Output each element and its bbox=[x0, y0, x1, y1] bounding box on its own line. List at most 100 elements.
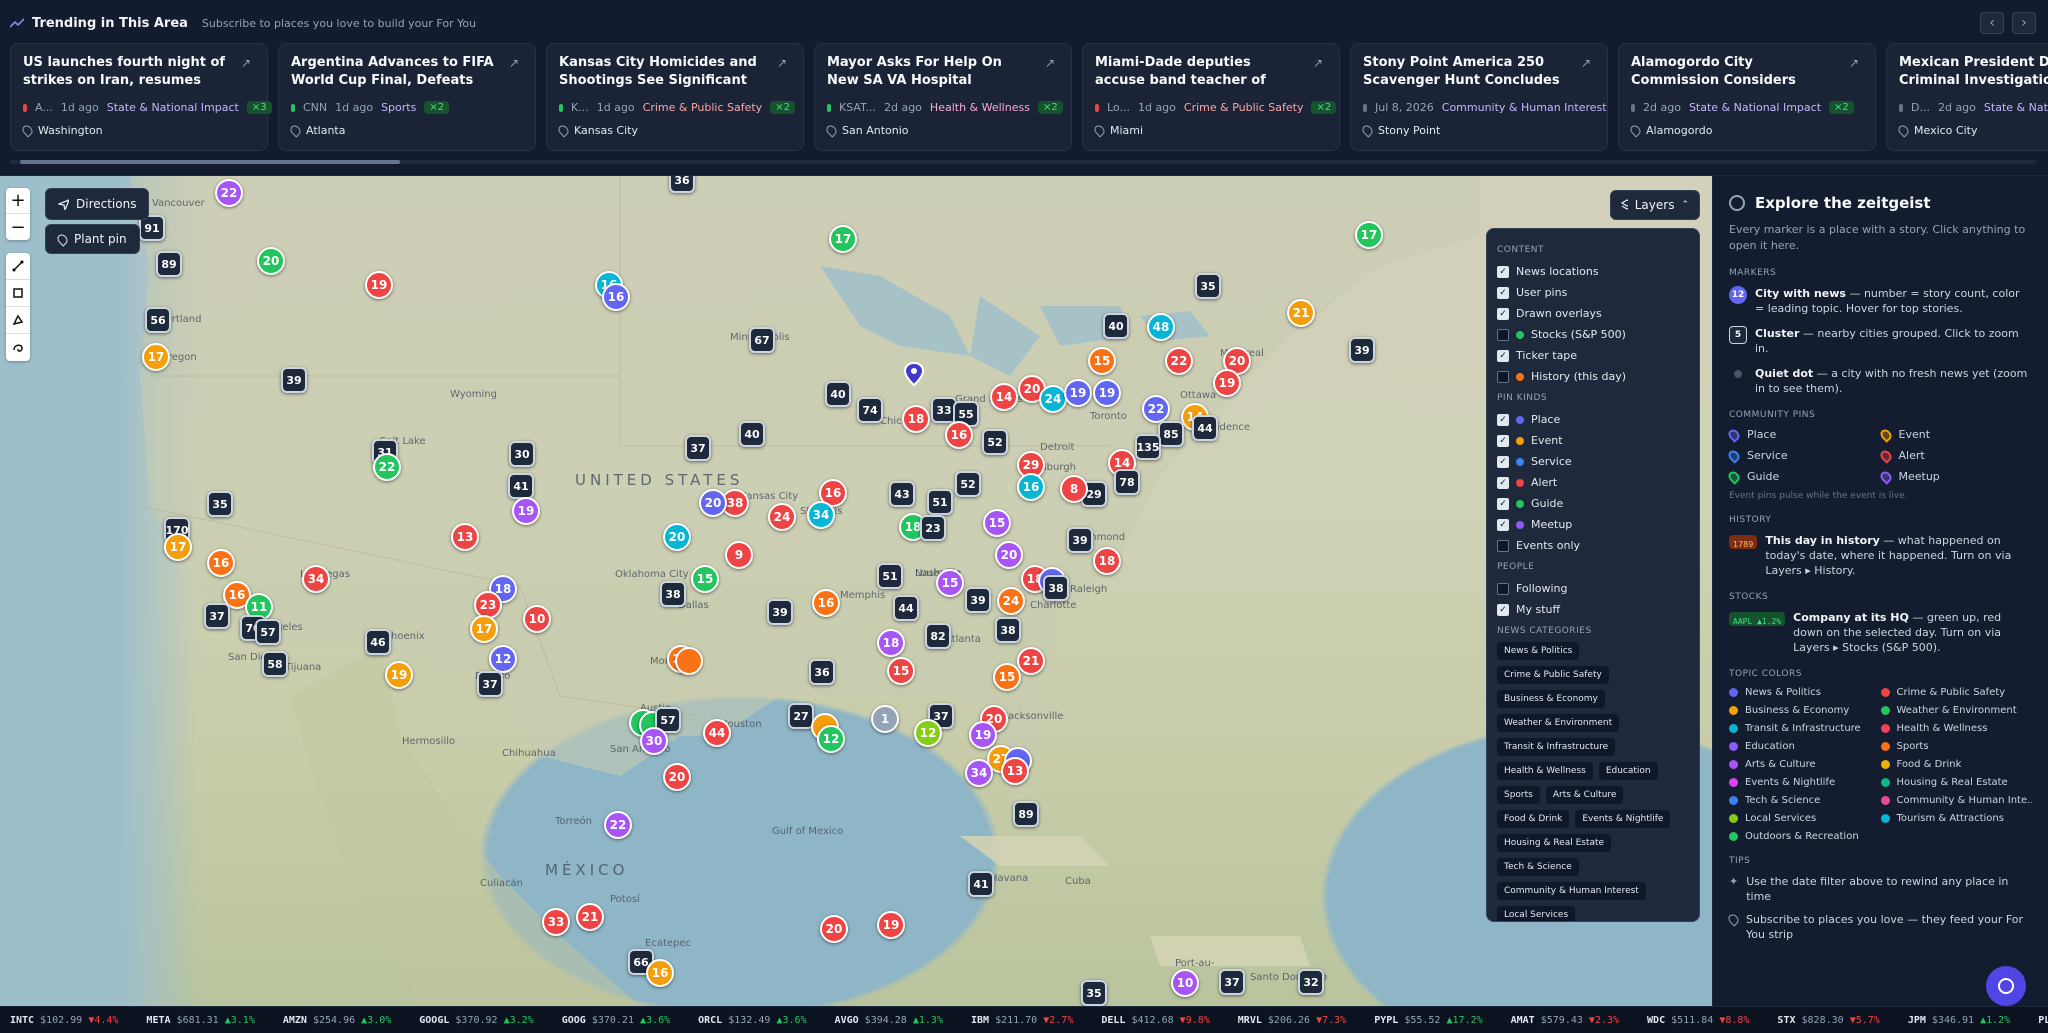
city-news-marker[interactable]: 15 bbox=[983, 509, 1011, 537]
draw-freehand-icon[interactable] bbox=[6, 334, 30, 361]
category-tag[interactable]: Arts & Culture bbox=[1545, 786, 1624, 804]
trending-card[interactable]: Mayor Asks For Help On New SA VA Hospita… bbox=[814, 43, 1072, 151]
plant-pin-button[interactable]: Plant pin bbox=[45, 224, 140, 254]
card-category[interactable]: Crime & Public Safety bbox=[643, 101, 763, 114]
city-news-marker[interactable]: 34 bbox=[965, 759, 993, 787]
draw-polygon-icon[interactable] bbox=[6, 307, 30, 334]
content-toggle[interactable]: ✓ Ticker tape bbox=[1497, 345, 1689, 366]
pin-kind-toggle[interactable]: Events only bbox=[1497, 535, 1689, 556]
layers-button[interactable]: Layers ⌃ bbox=[1610, 190, 1700, 220]
ticker-item[interactable]: PLTR $133.9 bbox=[2038, 1015, 2048, 1026]
checkbox[interactable]: ✓ bbox=[1497, 349, 1509, 362]
explore-fab-button[interactable] bbox=[1986, 966, 2026, 1006]
pin-kind-toggle[interactable]: ✓ Meetup bbox=[1497, 514, 1689, 535]
cluster-marker[interactable]: 56 bbox=[145, 307, 171, 333]
city-news-marker[interactable]: 17 bbox=[470, 615, 498, 643]
ticker-item[interactable]: PYPL $55.52 ▲17.2% bbox=[1374, 1015, 1482, 1026]
checkbox[interactable]: ✓ bbox=[1497, 265, 1509, 278]
city-news-marker[interactable]: 22 bbox=[1142, 395, 1170, 423]
city-news-marker[interactable]: 20 bbox=[663, 523, 691, 551]
cluster-marker[interactable]: 38 bbox=[660, 581, 686, 607]
trending-card[interactable]: Kansas City Homicides and Shootings See … bbox=[546, 43, 804, 151]
checkbox[interactable]: ✓ bbox=[1497, 434, 1509, 447]
city-news-marker[interactable]: 15 bbox=[936, 569, 964, 597]
city-news-marker[interactable]: 19 bbox=[969, 721, 997, 749]
ticker-item[interactable]: AMZN $254.96 ▲3.0% bbox=[283, 1015, 391, 1026]
category-tag[interactable]: Local Services bbox=[1497, 906, 1576, 921]
city-news-marker[interactable]: 16 bbox=[945, 421, 973, 449]
content-toggle[interactable]: Stocks (S&P 500) bbox=[1497, 324, 1689, 345]
cluster-marker[interactable]: 39 bbox=[281, 367, 307, 393]
checkbox[interactable]: ✓ bbox=[1497, 286, 1509, 299]
ticker-item[interactable]: GOOG $370.21 ▲3.6% bbox=[562, 1015, 670, 1026]
city-news-marker[interactable]: 22 bbox=[373, 453, 401, 481]
people-toggle[interactable]: Following bbox=[1497, 578, 1689, 599]
card-location[interactable]: Kansas City bbox=[556, 123, 638, 138]
ticker-item[interactable]: JPM $346.91 ▲1.2% bbox=[1908, 1015, 2010, 1026]
city-news-marker[interactable]: 16 bbox=[1017, 473, 1045, 501]
category-tag[interactable]: Food & Drink bbox=[1497, 810, 1570, 828]
city-news-marker[interactable]: 20 bbox=[699, 489, 727, 517]
cluster-marker[interactable]: 43 bbox=[889, 481, 915, 507]
content-toggle[interactable]: ✓ User pins bbox=[1497, 282, 1689, 303]
city-news-marker[interactable]: 22 bbox=[215, 179, 243, 207]
city-news-marker[interactable]: 17 bbox=[829, 225, 857, 253]
category-tag[interactable]: Community & Human Interest bbox=[1497, 882, 1646, 900]
cluster-marker[interactable]: 39 bbox=[1349, 337, 1375, 363]
city-news-marker[interactable]: 21 bbox=[1287, 299, 1315, 327]
card-category[interactable]: State & Natio bbox=[1984, 101, 2048, 114]
cluster-marker[interactable]: 39 bbox=[1067, 527, 1093, 553]
category-tag[interactable]: Transit & Infrastructure bbox=[1497, 738, 1616, 756]
prev-arrow-button[interactable]: ‹ bbox=[1980, 12, 2004, 34]
city-news-marker[interactable]: 18 bbox=[877, 629, 905, 657]
cluster-marker[interactable]: 78 bbox=[1114, 469, 1140, 495]
city-news-marker[interactable]: 18 bbox=[902, 405, 930, 433]
cluster-marker[interactable]: 37 bbox=[685, 435, 711, 461]
category-tag[interactable]: News & Politics bbox=[1497, 642, 1580, 660]
city-news-marker[interactable]: 24 bbox=[768, 503, 796, 531]
cluster-marker[interactable]: 23 bbox=[920, 515, 946, 541]
city-news-marker[interactable]: 15 bbox=[993, 663, 1021, 691]
cluster-marker[interactable]: 40 bbox=[825, 381, 851, 407]
city-news-marker[interactable]: 34 bbox=[807, 501, 835, 529]
trending-card[interactable]: Argentina Advances to FIFA World Cup Fin… bbox=[278, 43, 536, 151]
cluster-marker[interactable]: 44 bbox=[893, 595, 919, 621]
category-tag[interactable]: Education bbox=[1598, 762, 1658, 780]
cluster-marker[interactable]: 57 bbox=[255, 619, 281, 645]
next-arrow-button[interactable]: › bbox=[2012, 12, 2036, 34]
cluster-marker[interactable]: 32 bbox=[1298, 969, 1324, 995]
ticker-item[interactable]: AMAT $579.43 ▼2.3% bbox=[1511, 1015, 1619, 1026]
city-news-marker[interactable]: 17 bbox=[142, 343, 170, 371]
card-location[interactable]: San Antonio bbox=[824, 123, 909, 138]
checkbox[interactable] bbox=[1497, 370, 1509, 383]
content-toggle[interactable]: History (this day) bbox=[1497, 366, 1689, 387]
city-news-marker[interactable]: 15 bbox=[1088, 347, 1116, 375]
external-link-icon[interactable]: ↗ bbox=[1045, 56, 1059, 70]
city-news-marker[interactable]: 24 bbox=[997, 587, 1025, 615]
cluster-marker[interactable]: 30 bbox=[509, 441, 535, 467]
zoom-out-button[interactable]: − bbox=[6, 214, 30, 240]
trending-card[interactable]: Mexican President Dem... Criminal Invest… bbox=[1886, 43, 2048, 151]
city-news-marker[interactable]: 18 bbox=[1093, 547, 1121, 575]
cluster-marker[interactable]: 85 bbox=[1158, 421, 1184, 447]
external-link-icon[interactable]: ↗ bbox=[1849, 56, 1863, 70]
card-location[interactable]: Mexico City bbox=[1896, 123, 1977, 138]
cluster-marker[interactable]: 38 bbox=[1043, 575, 1069, 601]
checkbox[interactable]: ✓ bbox=[1497, 307, 1509, 320]
city-news-marker[interactable]: 12 bbox=[817, 725, 845, 753]
external-link-icon[interactable]: ↗ bbox=[777, 56, 791, 70]
ticker-item[interactable]: DELL $412.68 ▼9.8% bbox=[1101, 1015, 1209, 1026]
checkbox[interactable] bbox=[1497, 582, 1509, 595]
city-news-marker[interactable]: 19 bbox=[385, 661, 413, 689]
checkbox[interactable]: ✓ bbox=[1497, 476, 1509, 489]
pin-kind-toggle[interactable]: ✓ Service bbox=[1497, 451, 1689, 472]
category-tag[interactable]: Weather & Environment bbox=[1497, 714, 1620, 732]
cluster-marker[interactable]: 35 bbox=[1195, 273, 1221, 299]
pin-kind-toggle[interactable]: ✓ Guide bbox=[1497, 493, 1689, 514]
card-location[interactable]: Atlanta bbox=[288, 123, 345, 138]
ticker-item[interactable]: ORCL $132.49 ▲3.6% bbox=[698, 1015, 806, 1026]
city-news-marker[interactable] bbox=[675, 647, 703, 675]
cluster-marker[interactable]: 36 bbox=[809, 659, 835, 685]
cluster-marker[interactable]: 89 bbox=[156, 251, 182, 277]
ticker-item[interactable]: WDC $511.84 ▼8.8% bbox=[1647, 1015, 1749, 1026]
